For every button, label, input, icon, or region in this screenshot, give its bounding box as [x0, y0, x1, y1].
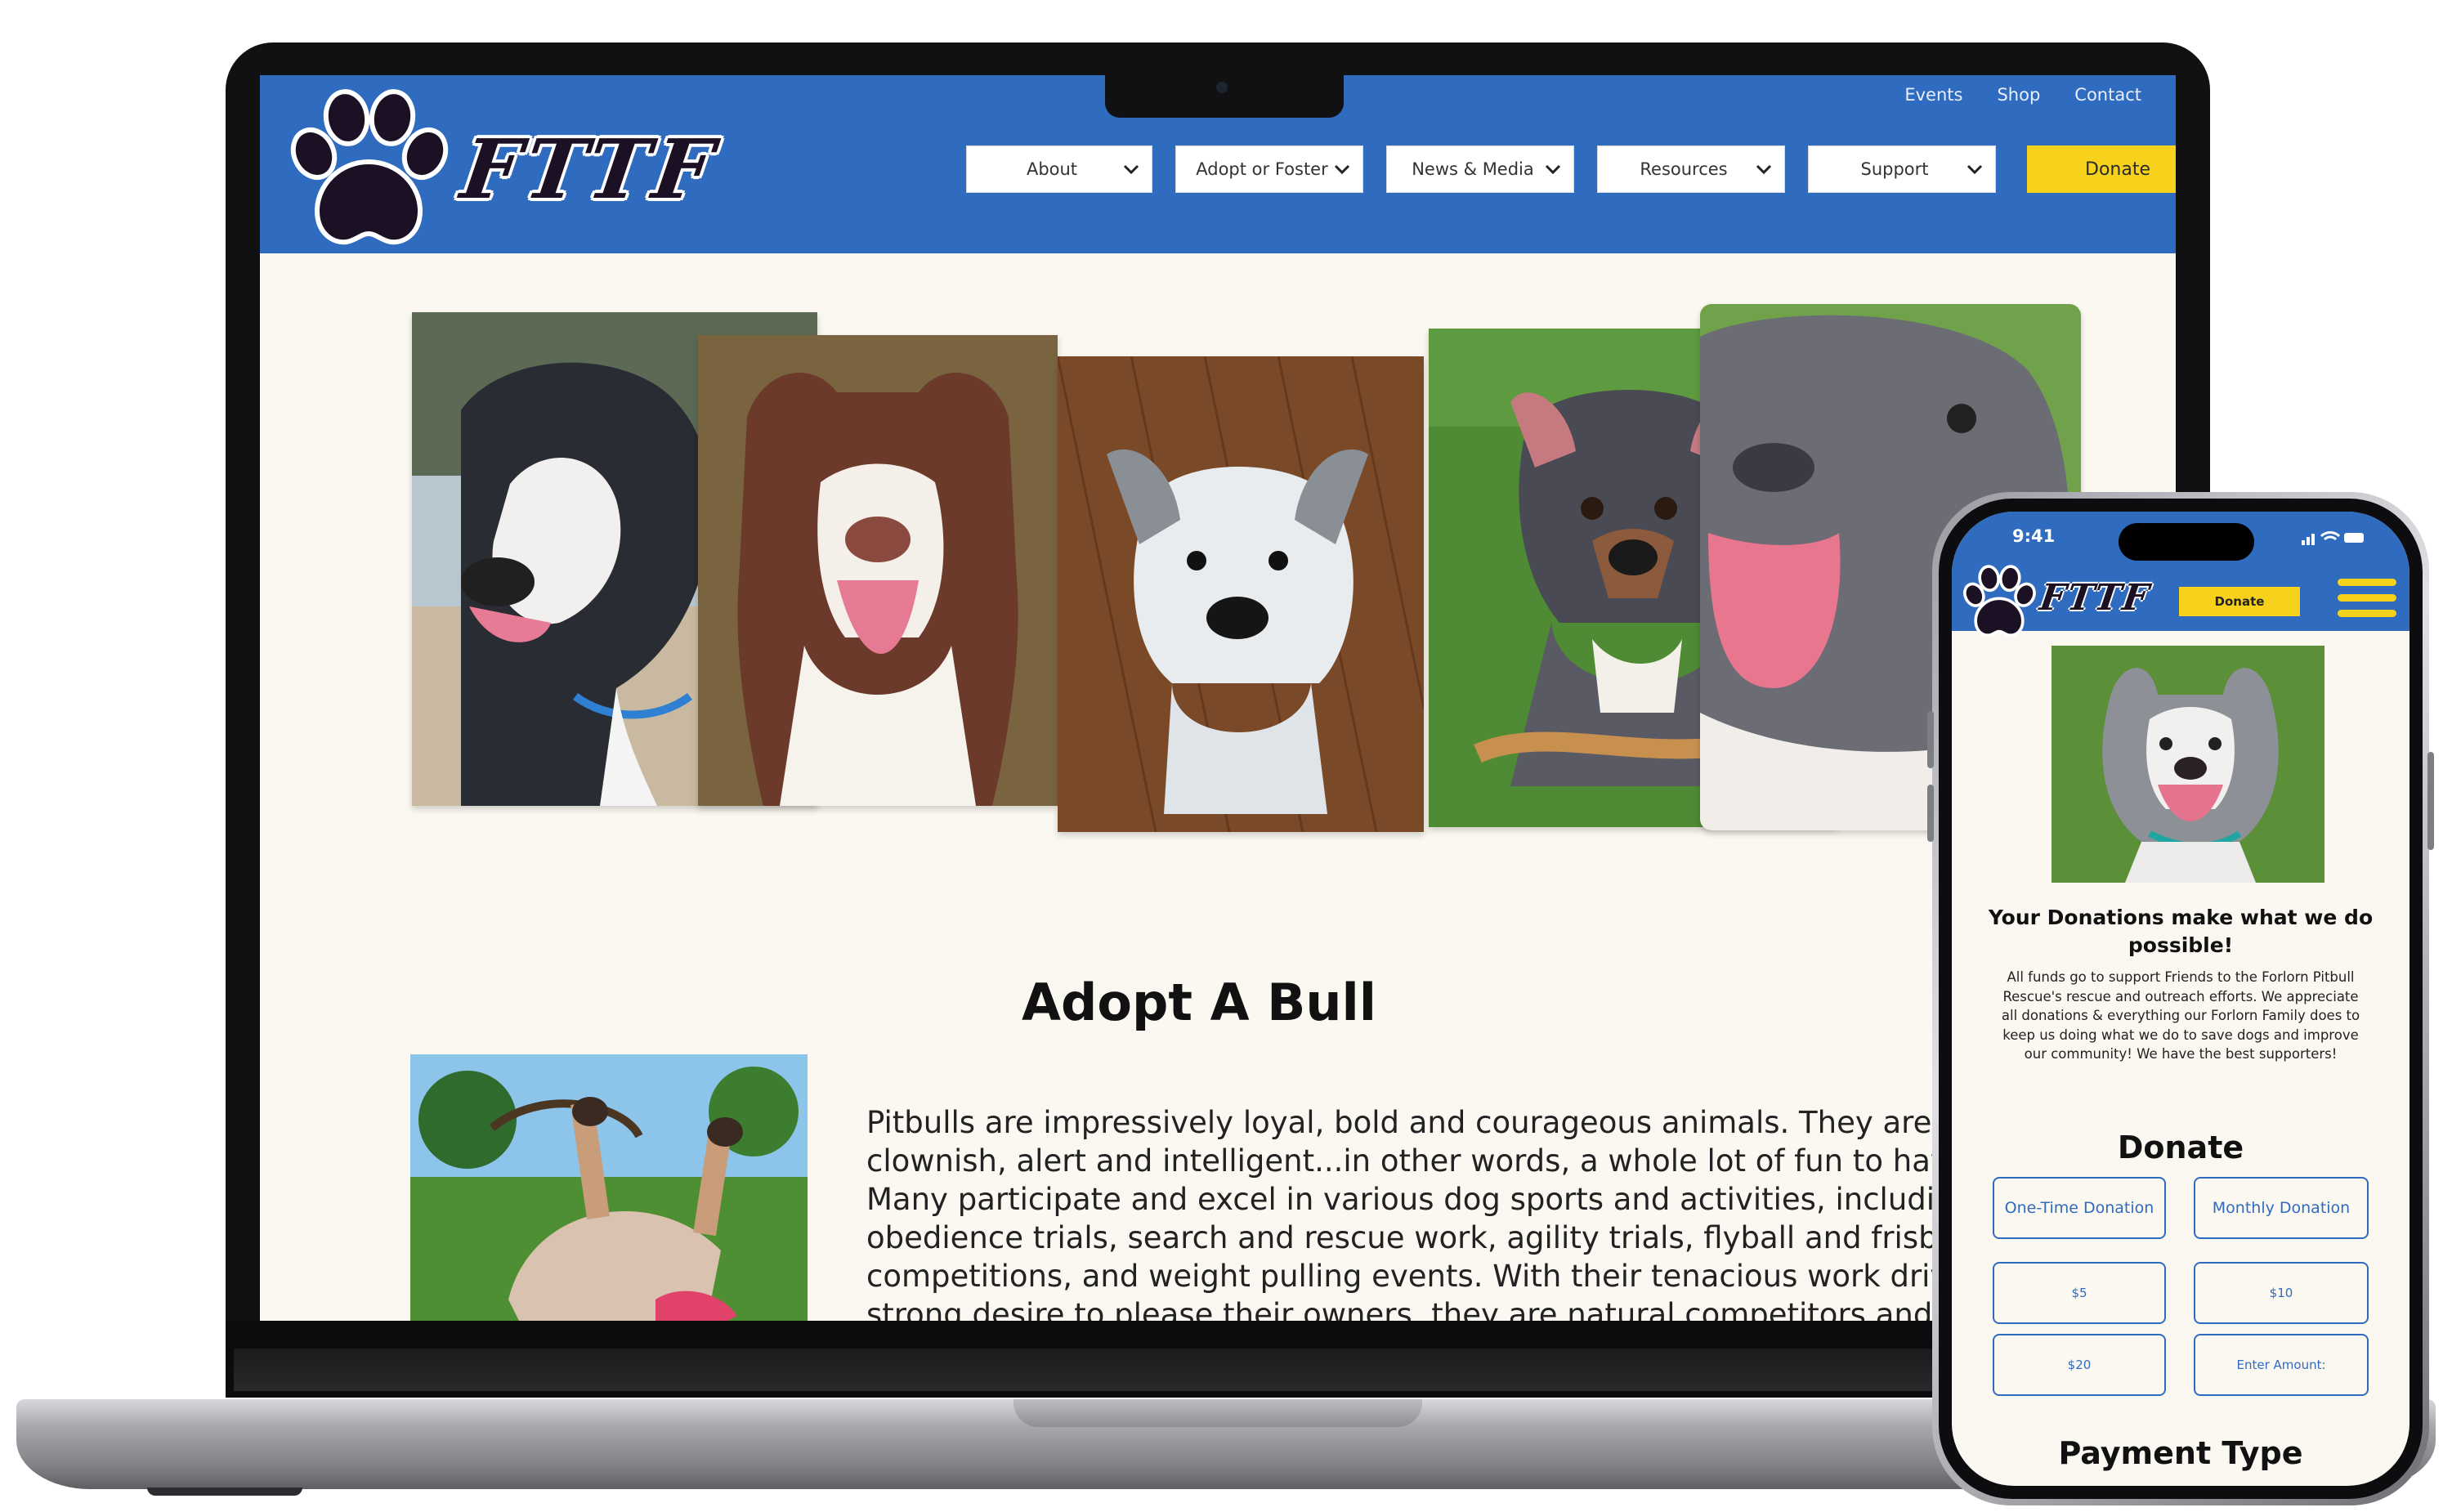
phone-side-button [1927, 711, 1934, 768]
nav-dropdown-label: News & Media [1412, 159, 1534, 179]
status-icons [2302, 531, 2364, 545]
dynamic-island [2119, 523, 2254, 561]
enter-amount-field[interactable]: Enter Amount: [2194, 1334, 2369, 1396]
dog-photo-2 [698, 335, 1058, 806]
dog-photo-playing [410, 1054, 808, 1321]
chevron-down-icon [1334, 164, 1350, 175]
nav-dropdown-label: About [1026, 159, 1078, 179]
mobile-dog-photo [2052, 646, 2324, 883]
camera-icon [1216, 82, 1228, 93]
laptop-base-notch [1013, 1399, 1422, 1427]
payment-type-title: Payment Type [2058, 1435, 2303, 1471]
laptop-screen: FTTF Events Shop Contact About Adopt or … [260, 75, 2176, 1321]
utility-nav: Events Shop Contact [1904, 85, 2141, 105]
donation-description: All funds go to support Friends to the F… [2001, 969, 2360, 1062]
nav-dropdown-news-media[interactable]: News & Media [1386, 145, 1574, 193]
main-nav: About Adopt or Foster News & Media Resou… [966, 145, 1996, 193]
nav-dropdown-label: Support [1860, 159, 1929, 179]
donation-heading: Your Donations make what we do possible! [1988, 906, 2374, 957]
amount-20-button[interactable]: $20 [1993, 1334, 2166, 1396]
nav-dropdown-resources[interactable]: Resources [1597, 145, 1785, 193]
chevron-down-icon [1545, 164, 1561, 175]
dog-photo-3 [1058, 356, 1424, 832]
hamburger-menu-icon[interactable] [2338, 579, 2396, 624]
paw-logo-icon[interactable] [283, 87, 454, 250]
site-logo[interactable]: FTTF [456, 121, 724, 217]
wifi-icon [2320, 531, 2341, 541]
nav-link-events[interactable]: Events [1904, 85, 1962, 105]
chevron-down-icon [1756, 164, 1772, 175]
monthly-donation-button[interactable]: Monthly Donation [2194, 1177, 2369, 1239]
chevron-down-icon [1967, 164, 1983, 175]
nav-dropdown-adopt-or-foster[interactable]: Adopt or Foster [1175, 145, 1363, 193]
mobile-donate-button[interactable]: Donate [2179, 587, 2300, 616]
signal-icon [2302, 534, 2315, 545]
amount-5-button[interactable]: $5 [1993, 1262, 2166, 1324]
nav-link-contact[interactable]: Contact [2074, 85, 2141, 105]
status-time: 9:41 [2012, 526, 2056, 546]
mobile-header: 9:41 FTTF Donate [1952, 512, 2409, 637]
nav-dropdown-label: Resources [1640, 159, 1728, 179]
chevron-down-icon [1123, 164, 1139, 175]
donate-button[interactable]: Donate [2027, 145, 2176, 193]
donate-section-title: Donate [2117, 1130, 2244, 1165]
section-title: Adopt A Bull [1022, 973, 1377, 1032]
phone-screen: 9:41 FTTF Donate Your Donations make wha… [1952, 512, 2409, 1486]
nav-dropdown-about[interactable]: About [966, 145, 1152, 193]
nav-link-shop[interactable]: Shop [1997, 85, 2040, 105]
nav-dropdown-support[interactable]: Support [1808, 145, 1996, 193]
paw-logo-icon[interactable] [1960, 564, 2038, 639]
mobile-logo[interactable]: FTTF [2037, 577, 2153, 619]
amount-10-button[interactable]: $10 [2194, 1262, 2369, 1324]
phone-side-button [2427, 752, 2434, 850]
laptop-foot [147, 1487, 302, 1496]
one-time-donation-button[interactable]: One-Time Donation [1993, 1177, 2166, 1239]
laptop-chin [234, 1349, 2202, 1391]
phone-side-button [1927, 785, 1934, 842]
battery-icon [2344, 533, 2364, 543]
nav-dropdown-label: Adopt or Foster [1196, 159, 1328, 179]
